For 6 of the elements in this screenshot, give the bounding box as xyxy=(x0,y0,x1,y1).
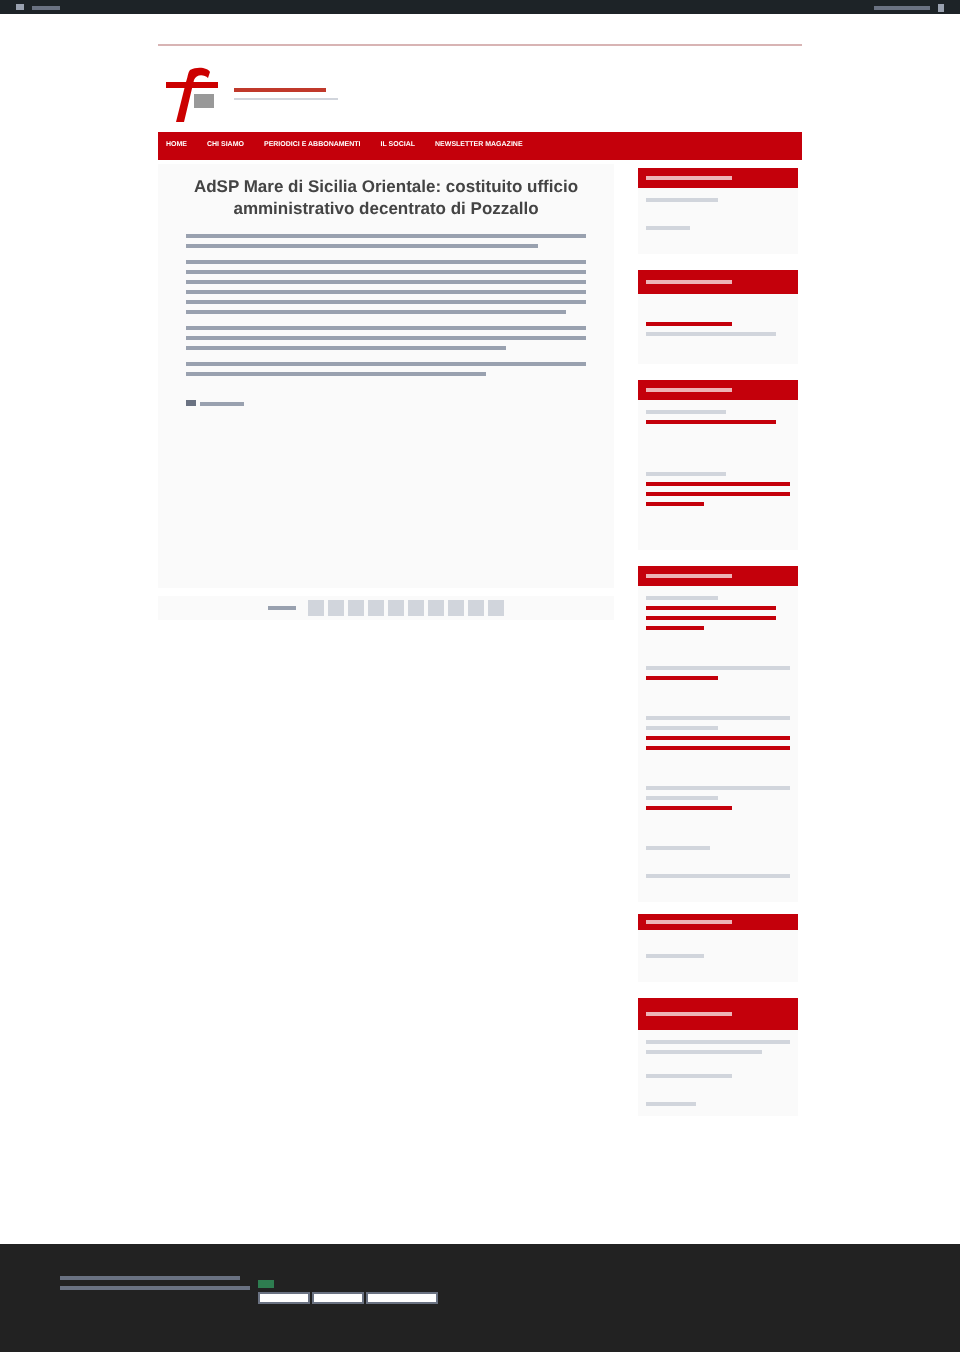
footer-button-drawing[interactable] xyxy=(366,1292,438,1304)
footer-button-drawing[interactable] xyxy=(258,1292,310,1304)
footer-button-drawing[interactable] xyxy=(312,1292,364,1304)
site-tagline-drawing xyxy=(234,98,338,100)
article-title: AdSP Mare di Sicilia Orientale: costituito ufficio amministrativo decentrato di Pozzallo xyxy=(191,176,581,220)
badge-icon xyxy=(258,1280,274,1288)
